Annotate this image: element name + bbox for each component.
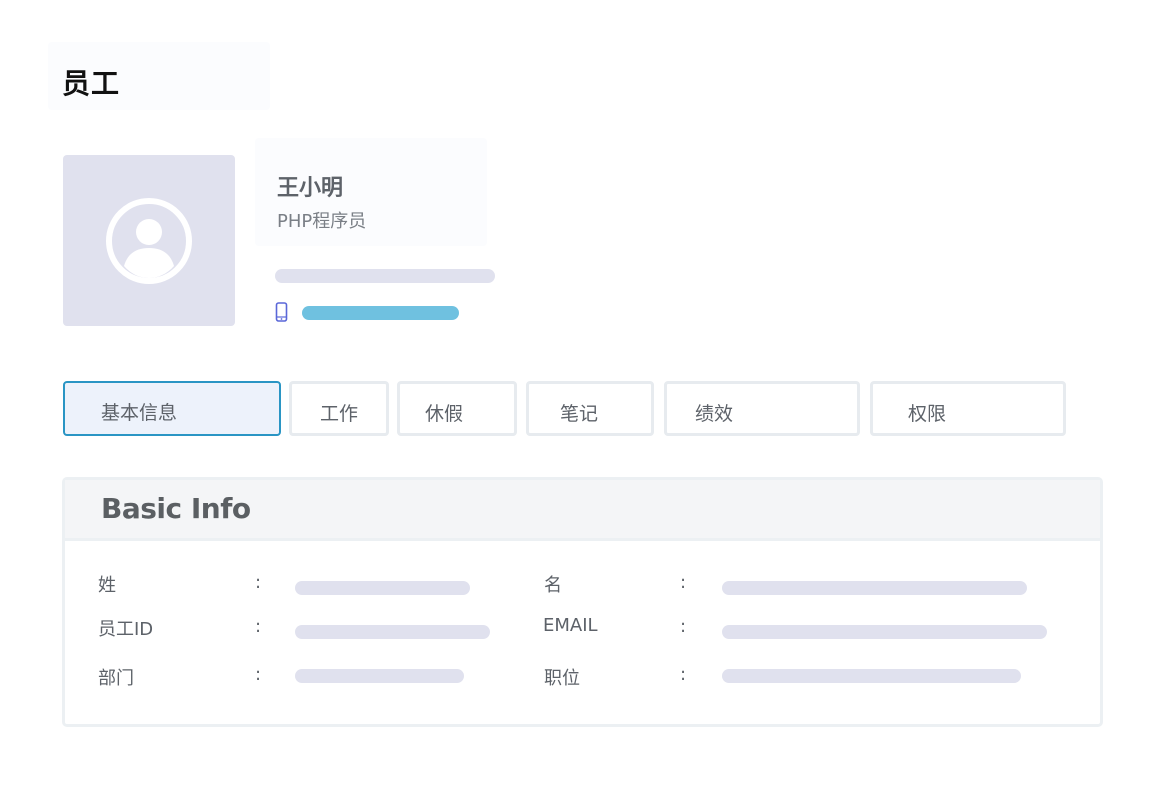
avatar: [63, 155, 235, 326]
tab-label: 绩效: [695, 403, 734, 425]
tab-label: 权限: [908, 403, 947, 425]
field-value-department: [295, 669, 464, 683]
tab-label: 工作: [320, 403, 359, 425]
user-avatar-icon: [106, 198, 192, 284]
field-separator: :: [680, 616, 687, 637]
field-label-employee-id: 员工ID: [98, 619, 154, 640]
field-separator: :: [255, 616, 262, 637]
tab-label: 笔记: [560, 403, 599, 425]
tab-work[interactable]: 工作: [289, 381, 389, 436]
field-label-department: 部门: [98, 668, 134, 689]
tab-basic-info[interactable]: 基本信息: [63, 381, 281, 436]
tab-leave[interactable]: 休假: [397, 381, 517, 436]
basic-info-panel: Basic Info 姓 : 名 : 员工ID : EMAIL : 部门 : 职…: [62, 477, 1103, 727]
field-separator: :: [255, 572, 262, 593]
field-label-position: 职位: [544, 668, 580, 689]
field-value-given-name: [722, 581, 1027, 595]
employee-role: PHP程序员: [277, 211, 367, 232]
tab-label: 基本信息: [101, 402, 178, 424]
field-separator: :: [255, 664, 262, 685]
page-header: 员工: [48, 42, 270, 110]
mobile-phone-icon: [275, 302, 288, 322]
profile-info-placeholder: [275, 269, 495, 283]
field-separator: :: [680, 664, 687, 685]
employee-name: 王小明: [277, 176, 344, 201]
panel-title: Basic Info: [101, 492, 251, 525]
field-value-email: [722, 625, 1047, 639]
field-value-employee-id: [295, 625, 490, 639]
field-label-surname: 姓: [98, 575, 116, 596]
panel-header: Basic Info: [65, 480, 1100, 541]
page-title: 员工: [62, 67, 121, 100]
name-card: 王小明 PHP程序员: [255, 138, 487, 246]
tab-notes[interactable]: 笔记: [526, 381, 654, 436]
field-separator: :: [680, 572, 687, 593]
field-value-surname: [295, 581, 470, 595]
tab-label: 休假: [425, 403, 464, 425]
tab-performance[interactable]: 绩效: [664, 381, 860, 436]
field-value-position: [722, 669, 1021, 683]
phone-number-placeholder: [302, 306, 459, 320]
field-label-email: EMAIL: [543, 615, 598, 636]
field-label-given-name: 名: [544, 575, 562, 596]
tab-permissions[interactable]: 权限: [870, 381, 1066, 436]
